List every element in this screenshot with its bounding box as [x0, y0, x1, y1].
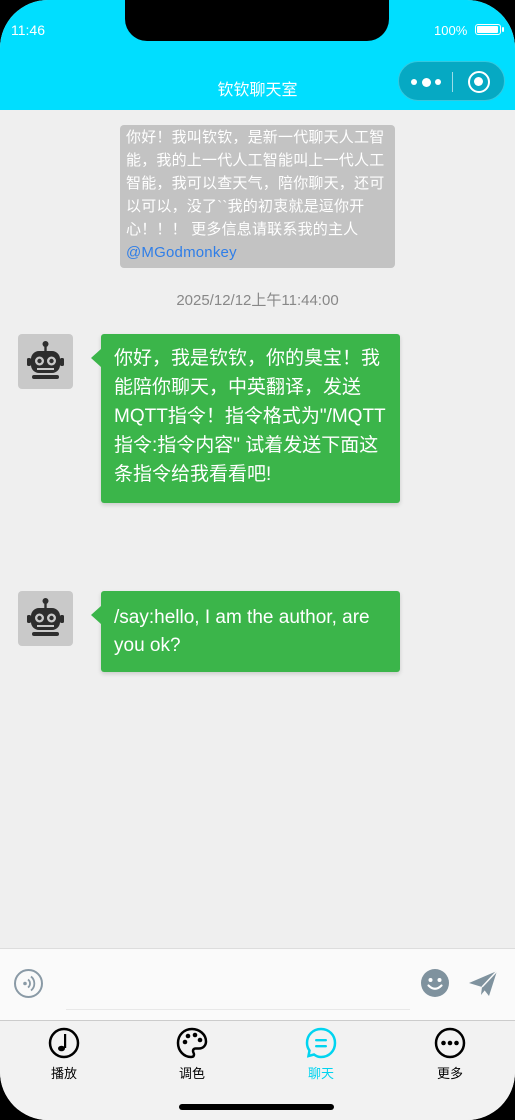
robot-avatar [18, 334, 73, 389]
robot-icon [27, 341, 64, 379]
message-timestamp: 2025/12/12上午11:44:00 [176, 292, 339, 309]
close-target-icon[interactable] [468, 71, 490, 93]
tab-chat[interactable]: 聊天 [257, 1021, 385, 1091]
tab-color[interactable]: 调色 [128, 1021, 256, 1091]
emoji-icon[interactable] [420, 968, 450, 998]
music-note-icon [48, 1027, 80, 1059]
home-indicator [179, 1104, 334, 1110]
author-link[interactable]: @MGodmonkey [126, 244, 237, 261]
phone-screen: 11:46 100% 钦钦聊天室 你好！我叫钦钦，是新一代聊天人工智能，我的上一… [0, 0, 515, 1120]
more-dots-icon[interactable] [411, 72, 441, 92]
intro-message: 你好！我叫钦钦，是新一代聊天人工智能，我的上一代人工智能叫上一代人工智能，我可以… [120, 125, 395, 268]
device-notch [125, 0, 389, 41]
send-icon[interactable] [467, 969, 499, 999]
battery-icon [475, 24, 501, 35]
tab-play[interactable]: 播放 [0, 1021, 128, 1091]
battery-percent: 100% [434, 23, 468, 38]
menu-capsule [398, 61, 505, 101]
robot-avatar [18, 591, 73, 646]
tab-label: 播放 [50, 1066, 77, 1081]
tab-label: 调色 [178, 1066, 205, 1081]
battery-cap [502, 27, 504, 32]
palette-icon [176, 1027, 208, 1059]
more-icon [434, 1027, 466, 1059]
tab-more[interactable]: 更多 [386, 1021, 514, 1091]
input-bar [0, 948, 515, 1021]
voice-icon[interactable] [14, 969, 43, 998]
robot-icon [27, 598, 64, 636]
capsule-divider [452, 72, 453, 92]
message-bubble[interactable]: 你好，我是钦钦，你的臭宝！我能陪你聊天，中英翻译，发送MQTT指令！指令格式为"… [91, 334, 400, 503]
tab-label: 更多 [436, 1066, 463, 1081]
nav-header: 11:46 100% 钦钦聊天室 [0, 0, 515, 110]
intro-text: 你好！我叫钦钦，是新一代聊天人工智能，我的上一代人工智能叫上一代人工智能，我可以… [126, 129, 385, 238]
tab-label: 聊天 [307, 1066, 334, 1081]
message-bubble[interactable]: /say:hello, I am the author, are you ok? [91, 591, 400, 672]
status-time: 11:46 [11, 22, 45, 38]
chat-icon [305, 1027, 337, 1059]
message-input[interactable] [66, 955, 410, 1010]
